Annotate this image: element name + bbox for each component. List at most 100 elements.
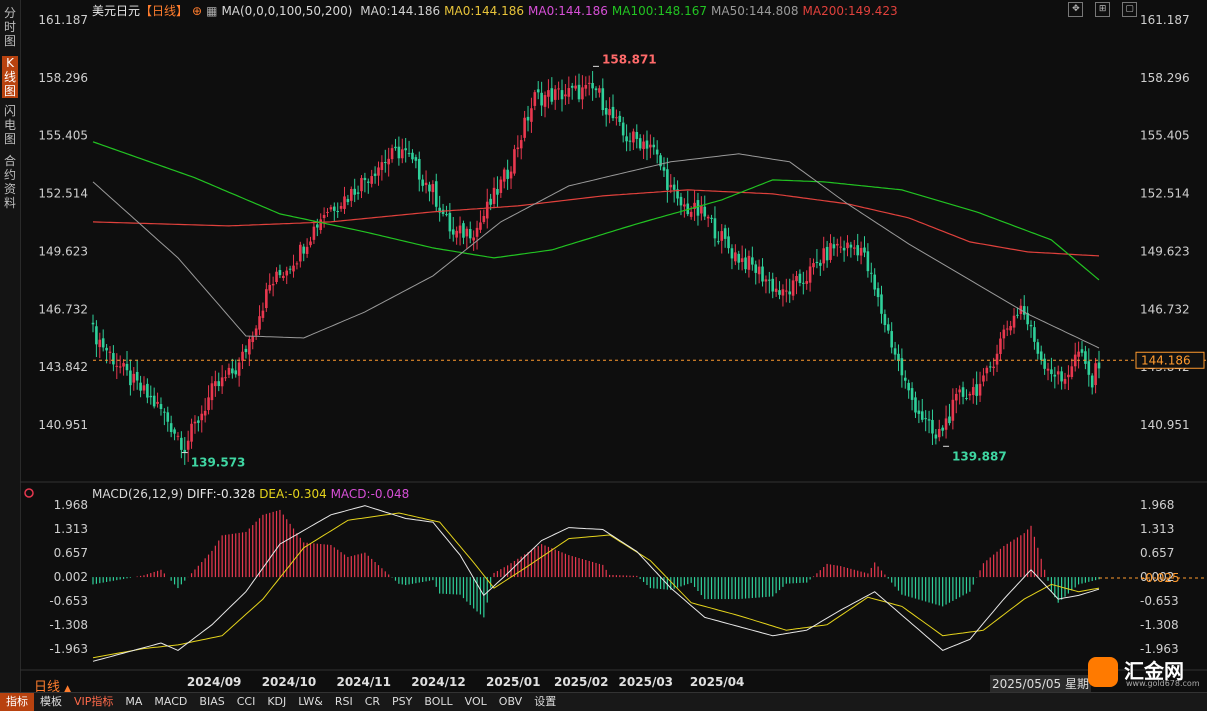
y-tick-label-left: 140.951 [38, 418, 88, 432]
candle-body [1080, 349, 1084, 353]
candle-body [203, 410, 207, 416]
add-indicator-icon[interactable]: ⊕ [192, 4, 202, 18]
restore-icon[interactable]: ▢ [1122, 2, 1137, 17]
period-tag: 【日线】 [140, 4, 189, 18]
chart-canvas[interactable]: 161.187 161.187 158.296 158.296 155.405 155.4… [0, 0, 1207, 692]
candle-body [533, 92, 537, 106]
candle-body [859, 247, 863, 256]
macd-params: MACD(26,12,9) [92, 487, 184, 501]
candle-body [333, 206, 336, 211]
candle-body [125, 363, 129, 371]
candle-body [618, 115, 622, 122]
indicator-tab[interactable]: BIAS [193, 693, 230, 711]
candle-body [309, 241, 312, 246]
candle-body [849, 244, 853, 248]
macd-tick-label-left: -1.963 [49, 642, 88, 656]
grid-icon[interactable]: ⊞ [1095, 2, 1111, 17]
indicator-tab[interactable]: MACD [148, 693, 193, 711]
candle-body [475, 227, 479, 237]
candle-body [900, 358, 904, 376]
candle-body [992, 366, 995, 369]
indicator-tab[interactable]: MA [119, 693, 148, 711]
candle-body [305, 246, 309, 254]
candle-body [254, 328, 258, 336]
candle-body [190, 423, 193, 442]
candle-body [907, 382, 910, 391]
indicator-tab[interactable]: LW& [292, 693, 329, 711]
candle-body [1009, 326, 1012, 331]
candle-body [547, 90, 550, 97]
candle-body [927, 419, 931, 421]
macd-tick-label-right: -1.963 [1140, 642, 1179, 656]
candle-body [519, 140, 523, 149]
candle-body [98, 339, 102, 348]
candle-body [1039, 351, 1043, 361]
candle-body [802, 282, 805, 284]
candle-body [795, 275, 798, 282]
candle-body [931, 419, 934, 434]
candle-body [876, 288, 880, 298]
candle-body [292, 265, 295, 272]
annotation-label: 158.871 [602, 52, 657, 66]
candle-body [329, 207, 333, 210]
candle-body [159, 404, 163, 410]
indicator-tab[interactable]: VIP指标 [68, 693, 119, 711]
indicator-tab[interactable]: 指标 [0, 693, 34, 711]
candle-body [299, 244, 302, 262]
candle-body [1002, 329, 1006, 339]
candle-body [1077, 351, 1080, 357]
candle-body [669, 184, 673, 188]
candle-body [536, 89, 540, 93]
candle-body [798, 273, 802, 284]
move-icon[interactable]: ✥ [1068, 2, 1084, 17]
candle-body [852, 247, 856, 249]
candle-body [482, 216, 486, 223]
ma-legend-bar: 美元日元【日线】 ⊕ ▦ MA(0,0,0,100,50,200) MA0:144.1… [92, 2, 906, 18]
candle-body [720, 231, 724, 241]
indicator-tab[interactable]: 设置 [528, 693, 562, 711]
candle-body [788, 291, 792, 295]
candle-body [920, 411, 924, 420]
candle-body [424, 182, 428, 186]
candle-body [621, 122, 625, 136]
indicator-tab[interactable]: KDJ [261, 693, 292, 711]
candle-body [917, 410, 921, 414]
ma100-line [92, 141, 1100, 281]
candle-body [496, 189, 499, 195]
indicator-tab[interactable]: PSY [386, 693, 418, 711]
indicator-tab[interactable]: 模板 [34, 693, 68, 711]
candle-body [628, 140, 632, 142]
indicator-tab[interactable]: RSI [329, 693, 359, 711]
ma-legend-item: MA200:149.423 [802, 4, 898, 18]
candle-body [326, 211, 329, 213]
candle-body [343, 196, 346, 209]
candle-body [404, 148, 407, 151]
candle-body [166, 412, 170, 422]
ma200-line [92, 189, 1100, 257]
logo-url: www.gold678.com [1126, 679, 1200, 688]
indicator-tab[interactable]: BOLL [418, 693, 458, 711]
candle-body [135, 371, 139, 381]
candle-body [914, 397, 917, 413]
candle-body [288, 268, 292, 270]
candle-body [1029, 325, 1033, 327]
x-tick-label: 2025/03 [619, 675, 673, 689]
candle-body [129, 370, 132, 386]
candle-body [387, 158, 390, 165]
settings-icon[interactable]: ▦ [206, 4, 217, 18]
candle-body [873, 274, 876, 290]
indicator-tab[interactable]: OBV [493, 693, 528, 711]
y-tick-label-right: 158.296 [1140, 71, 1190, 85]
indicator-tab[interactable]: CCI [231, 693, 262, 711]
date-stamp: 2025/05/05 星期 [990, 675, 1091, 692]
candle-body [227, 367, 231, 375]
candle-body [951, 399, 955, 421]
y-tick-label-right: 140.951 [1140, 418, 1190, 432]
indicator-tab[interactable]: VOL [459, 693, 493, 711]
candle-body [608, 109, 611, 116]
candle-body [971, 387, 975, 395]
indicator-tab[interactable]: CR [359, 693, 386, 711]
macd-tick-label-left: -0.653 [49, 594, 88, 608]
candle-body [611, 106, 615, 119]
candle-body [411, 152, 414, 160]
